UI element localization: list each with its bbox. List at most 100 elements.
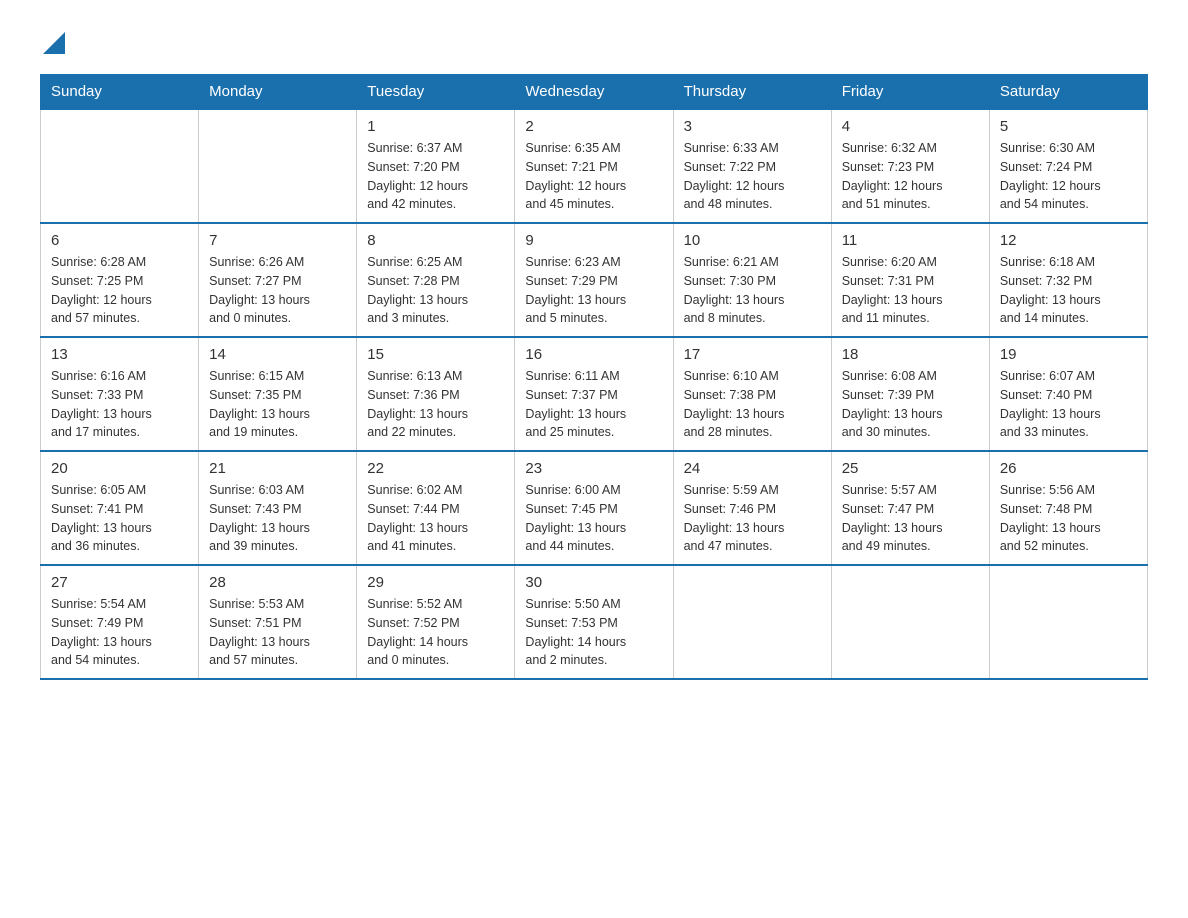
day-info: Sunrise: 6:11 AM Sunset: 7:37 PM Dayligh… [525, 367, 662, 442]
day-info: Sunrise: 6:15 AM Sunset: 7:35 PM Dayligh… [209, 367, 346, 442]
day-info: Sunrise: 6:16 AM Sunset: 7:33 PM Dayligh… [51, 367, 188, 442]
calendar-cell: 9 Sunrise: 6:23 AM Sunset: 7:29 PM Daylig… [515, 223, 673, 337]
day-info: Sunrise: 5:59 AM Sunset: 7:46 PM Dayligh… [684, 481, 821, 556]
day-info: Sunrise: 6:10 AM Sunset: 7:38 PM Dayligh… [684, 367, 821, 442]
calendar-cell: 16 Sunrise: 6:11 AM Sunset: 7:37 PM Dayli… [515, 337, 673, 451]
day-info: Sunrise: 6:07 AM Sunset: 7:40 PM Dayligh… [1000, 367, 1137, 442]
calendar-cell: 12 Sunrise: 6:18 AM Sunset: 7:32 PM Dayli… [989, 223, 1147, 337]
calendar-week-row: 1 Sunrise: 6:37 AM Sunset: 7:20 PM Daylig… [41, 109, 1148, 223]
day-number: 18 [842, 346, 979, 363]
day-info: Sunrise: 5:56 AM Sunset: 7:48 PM Dayligh… [1000, 481, 1137, 556]
day-number: 21 [209, 460, 346, 477]
weekday-header-sunday: Sunday [41, 75, 199, 110]
calendar-cell [831, 565, 989, 679]
day-info: Sunrise: 6:30 AM Sunset: 7:24 PM Dayligh… [1000, 139, 1137, 214]
day-number: 29 [367, 574, 504, 591]
day-number: 16 [525, 346, 662, 363]
calendar-cell: 25 Sunrise: 5:57 AM Sunset: 7:47 PM Dayli… [831, 451, 989, 565]
day-info: Sunrise: 6:32 AM Sunset: 7:23 PM Dayligh… [842, 139, 979, 214]
day-number: 27 [51, 574, 188, 591]
calendar-cell [199, 109, 357, 223]
calendar-cell: 3 Sunrise: 6:33 AM Sunset: 7:22 PM Daylig… [673, 109, 831, 223]
day-number: 2 [525, 118, 662, 135]
day-info: Sunrise: 6:28 AM Sunset: 7:25 PM Dayligh… [51, 253, 188, 328]
calendar-cell: 28 Sunrise: 5:53 AM Sunset: 7:51 PM Dayli… [199, 565, 357, 679]
day-info: Sunrise: 6:37 AM Sunset: 7:20 PM Dayligh… [367, 139, 504, 214]
calendar-cell: 23 Sunrise: 6:00 AM Sunset: 7:45 PM Dayli… [515, 451, 673, 565]
calendar-cell: 11 Sunrise: 6:20 AM Sunset: 7:31 PM Dayli… [831, 223, 989, 337]
page-header [40, 30, 1148, 54]
day-number: 15 [367, 346, 504, 363]
day-number: 14 [209, 346, 346, 363]
day-number: 22 [367, 460, 504, 477]
day-number: 24 [684, 460, 821, 477]
calendar-cell: 22Sunrise: 6:02 AM Sunset: 7:44 PM Dayli… [357, 451, 515, 565]
day-info: Sunrise: 6:08 AM Sunset: 7:39 PM Dayligh… [842, 367, 979, 442]
calendar-cell: 6 Sunrise: 6:28 AM Sunset: 7:25 PM Daylig… [41, 223, 199, 337]
day-number: 30 [525, 574, 662, 591]
day-number: 1 [367, 118, 504, 135]
day-info: Sunrise: 5:52 AM Sunset: 7:52 PM Dayligh… [367, 595, 504, 670]
weekday-header-monday: Monday [199, 75, 357, 110]
day-info: Sunrise: 6:20 AM Sunset: 7:31 PM Dayligh… [842, 253, 979, 328]
day-number: 19 [1000, 346, 1137, 363]
day-info: Sunrise: 6:05 AM Sunset: 7:41 PM Dayligh… [51, 481, 188, 556]
weekday-header-friday: Friday [831, 75, 989, 110]
logo-arrow-icon [43, 32, 65, 54]
day-number: 8 [367, 232, 504, 249]
day-info: Sunrise: 5:54 AM Sunset: 7:49 PM Dayligh… [51, 595, 188, 670]
calendar-cell: 7 Sunrise: 6:26 AM Sunset: 7:27 PM Daylig… [199, 223, 357, 337]
day-info: Sunrise: 6:21 AM Sunset: 7:30 PM Dayligh… [684, 253, 821, 328]
day-number: 13 [51, 346, 188, 363]
day-info: Sunrise: 5:57 AM Sunset: 7:47 PM Dayligh… [842, 481, 979, 556]
weekday-header-tuesday: Tuesday [357, 75, 515, 110]
day-info: Sunrise: 6:18 AM Sunset: 7:32 PM Dayligh… [1000, 253, 1137, 328]
calendar-week-row: 6 Sunrise: 6:28 AM Sunset: 7:25 PM Daylig… [41, 223, 1148, 337]
calendar-cell [41, 109, 199, 223]
calendar-cell: 27 Sunrise: 5:54 AM Sunset: 7:49 PM Dayli… [41, 565, 199, 679]
calendar-cell: 8 Sunrise: 6:25 AM Sunset: 7:28 PM Daylig… [357, 223, 515, 337]
day-number: 28 [209, 574, 346, 591]
calendar-cell: 20 Sunrise: 6:05 AM Sunset: 7:41 PM Dayli… [41, 451, 199, 565]
calendar-week-row: 27 Sunrise: 5:54 AM Sunset: 7:49 PM Dayli… [41, 565, 1148, 679]
day-number: 4 [842, 118, 979, 135]
day-number: 17 [684, 346, 821, 363]
calendar-cell: 5 Sunrise: 6:30 AM Sunset: 7:24 PM Daylig… [989, 109, 1147, 223]
day-number: 20 [51, 460, 188, 477]
weekday-header-wednesday: Wednesday [515, 75, 673, 110]
calendar-cell: 14 Sunrise: 6:15 AM Sunset: 7:35 PM Dayli… [199, 337, 357, 451]
day-number: 6 [51, 232, 188, 249]
calendar-table: SundayMondayTuesdayWednesdayThursdayFrid… [40, 74, 1148, 680]
day-number: 9 [525, 232, 662, 249]
calendar-week-row: 13 Sunrise: 6:16 AM Sunset: 7:33 PM Dayli… [41, 337, 1148, 451]
calendar-cell: 4 Sunrise: 6:32 AM Sunset: 7:23 PM Daylig… [831, 109, 989, 223]
calendar-cell: 13 Sunrise: 6:16 AM Sunset: 7:33 PM Dayli… [41, 337, 199, 451]
day-info: Sunrise: 6:00 AM Sunset: 7:45 PM Dayligh… [525, 481, 662, 556]
logo [40, 30, 65, 54]
day-info: Sunrise: 5:53 AM Sunset: 7:51 PM Dayligh… [209, 595, 346, 670]
day-info: Sunrise: 6:33 AM Sunset: 7:22 PM Dayligh… [684, 139, 821, 214]
calendar-cell: 19 Sunrise: 6:07 AM Sunset: 7:40 PM Dayli… [989, 337, 1147, 451]
day-info: Sunrise: 6:03 AM Sunset: 7:43 PM Dayligh… [209, 481, 346, 556]
calendar-cell: 17 Sunrise: 6:10 AM Sunset: 7:38 PM Dayli… [673, 337, 831, 451]
day-number: 5 [1000, 118, 1137, 135]
calendar-cell: 30Sunrise: 5:50 AM Sunset: 7:53 PM Dayli… [515, 565, 673, 679]
calendar-cell: 2Sunrise: 6:35 AM Sunset: 7:21 PM Daylig… [515, 109, 673, 223]
day-number: 11 [842, 232, 979, 249]
weekday-header-thursday: Thursday [673, 75, 831, 110]
day-number: 12 [1000, 232, 1137, 249]
day-number: 23 [525, 460, 662, 477]
day-info: Sunrise: 6:23 AM Sunset: 7:29 PM Dayligh… [525, 253, 662, 328]
day-number: 3 [684, 118, 821, 135]
calendar-cell: 21 Sunrise: 6:03 AM Sunset: 7:43 PM Dayli… [199, 451, 357, 565]
calendar-cell [989, 565, 1147, 679]
calendar-cell: 15Sunrise: 6:13 AM Sunset: 7:36 PM Dayli… [357, 337, 515, 451]
calendar-header-row: SundayMondayTuesdayWednesdayThursdayFrid… [41, 75, 1148, 110]
calendar-cell: 24 Sunrise: 5:59 AM Sunset: 7:46 PM Dayli… [673, 451, 831, 565]
day-info: Sunrise: 6:26 AM Sunset: 7:27 PM Dayligh… [209, 253, 346, 328]
day-number: 25 [842, 460, 979, 477]
day-info: Sunrise: 6:25 AM Sunset: 7:28 PM Dayligh… [367, 253, 504, 328]
calendar-cell: 18 Sunrise: 6:08 AM Sunset: 7:39 PM Dayli… [831, 337, 989, 451]
day-number: 10 [684, 232, 821, 249]
day-number: 7 [209, 232, 346, 249]
